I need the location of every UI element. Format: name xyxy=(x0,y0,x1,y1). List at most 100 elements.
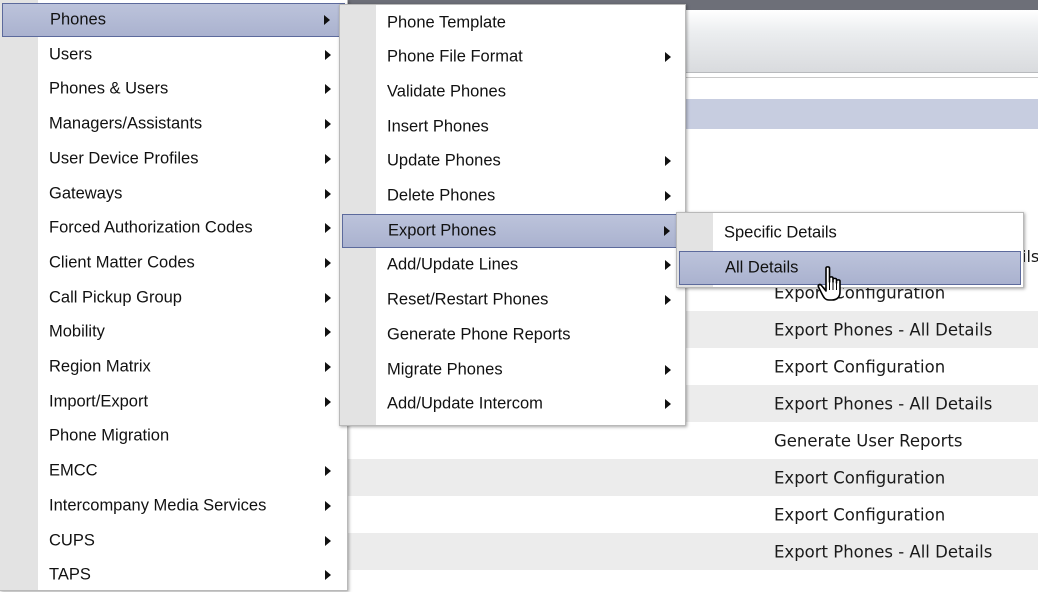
menu-item-label: Export Phones xyxy=(388,221,497,240)
menu-item-phones[interactable]: Phones xyxy=(2,3,345,37)
submenu-arrow-icon xyxy=(665,156,671,167)
menu-item-phones-users[interactable]: Phones & Users xyxy=(2,72,345,106)
menu-item-label: Gateways xyxy=(49,184,123,202)
job-result-row: Export Configuration xyxy=(340,496,1038,533)
menu-item-emcc[interactable]: EMCC xyxy=(2,454,345,488)
menu-item-cups[interactable]: CUPS xyxy=(2,524,345,558)
submenu-arrow-icon xyxy=(324,15,330,25)
submenu-arrow-icon xyxy=(665,399,671,410)
bulk-admin-menu: Phones Users Phones & Users Managers/Assist… xyxy=(0,0,348,591)
phones-submenu: Phone Template Phone File Format Validate … xyxy=(339,4,686,426)
job-result-text: Export Phones - All Details xyxy=(774,542,993,561)
menu-item-label: Reset/Restart Phones xyxy=(387,290,549,309)
submenu-arrow-icon xyxy=(325,362,331,372)
submenu-arrow-icon xyxy=(325,327,331,338)
menu-item-label: Phone File Format xyxy=(387,47,523,66)
submenu-arrow-icon xyxy=(325,119,331,130)
menu-item-label: Mobility xyxy=(49,322,105,341)
menu-item-label: Insert Phones xyxy=(387,117,489,136)
menu-item-call-pickup-group[interactable]: Call Pickup Group xyxy=(2,281,345,315)
menu-item-label: Call Pickup Group xyxy=(49,288,182,307)
menu-item-label: Import/Export xyxy=(49,392,149,411)
menu-item-region-matrix[interactable]: Region Matrix xyxy=(2,350,345,384)
menu-item-label: Forced Authorization Codes xyxy=(49,218,253,237)
menu-item-forced-authorization-codes[interactable]: Forced Authorization Codes xyxy=(2,211,345,245)
menu-item-specific-details[interactable]: Specific Details xyxy=(679,216,1021,250)
hand-pointer-cursor-icon xyxy=(817,266,841,301)
menu-item-phone-migration[interactable]: Phone Migration xyxy=(2,419,345,453)
menu-item-gateways[interactable]: Gateways xyxy=(2,177,345,211)
submenu-arrow-icon xyxy=(665,52,671,63)
menu-item-label: Region Matrix xyxy=(49,357,151,376)
menu-item-label: Delete Phones xyxy=(387,186,496,205)
menu-item-label: TAPS xyxy=(49,565,91,584)
menu-item-intercompany-media-services[interactable]: Intercompany Media Services xyxy=(2,489,345,523)
menu-item-update-phones[interactable]: Update Phones xyxy=(342,144,683,178)
menu-item-label: Phones & Users xyxy=(49,79,169,98)
submenu-arrow-icon xyxy=(325,188,331,199)
menu-item-label: CUPS xyxy=(49,531,95,549)
menu-item-phone-template[interactable]: Phone Template xyxy=(342,6,683,40)
submenu-arrow-icon xyxy=(664,225,670,236)
menu-item-client-matter-codes[interactable]: Client Matter Codes xyxy=(2,246,345,280)
submenu-arrow-icon xyxy=(325,292,331,303)
submenu-arrow-icon xyxy=(325,223,331,234)
menu-item-taps[interactable]: TAPS xyxy=(2,558,345,592)
menu-item-managers-assistants[interactable]: Managers/Assistants xyxy=(2,107,345,141)
menu-item-label: Client Matter Codes xyxy=(49,253,195,272)
menu-item-label: Specific Details xyxy=(724,223,837,241)
menu-item-phone-file-format[interactable]: Phone File Format xyxy=(342,40,683,74)
job-result-text: Export Configuration xyxy=(774,505,946,524)
submenu-arrow-icon xyxy=(325,49,331,60)
menu-item-migrate-phones[interactable]: Migrate Phones xyxy=(342,353,683,387)
menu-item-delete-phones[interactable]: Delete Phones xyxy=(342,179,683,213)
menu-item-add-update-lines[interactable]: Add/Update Lines xyxy=(342,248,683,282)
menu-item-import-export[interactable]: Import/Export xyxy=(2,385,345,419)
menu-item-label: All Details xyxy=(725,258,799,276)
submenu-arrow-icon xyxy=(325,535,331,546)
menu-item-label: Phone Template xyxy=(387,13,506,31)
export-phones-submenu: Specific Details All Details xyxy=(676,212,1024,288)
menu-item-label: EMCC xyxy=(49,461,98,480)
menu-item-insert-phones[interactable]: Insert Phones xyxy=(342,110,683,144)
menu-item-add-update-intercom[interactable]: Add/Update Intercom xyxy=(342,387,683,421)
submenu-arrow-icon xyxy=(665,295,671,306)
job-result-row: Export Configuration xyxy=(340,459,1038,496)
menu-item-user-device-profiles[interactable]: User Device Profiles xyxy=(2,142,345,176)
menu-item-all-details[interactable]: All Details xyxy=(679,250,1021,285)
submenu-arrow-icon xyxy=(665,364,671,375)
menu-item-label: Add/Update Intercom xyxy=(387,394,543,413)
menu-item-label: Users xyxy=(49,45,93,64)
menu-item-users[interactable]: Users xyxy=(2,38,345,72)
menu-item-generate-phone-reports[interactable]: Generate Phone Reports xyxy=(342,318,683,352)
menu-item-mobility[interactable]: Mobility xyxy=(2,315,345,349)
submenu-arrow-icon xyxy=(325,500,331,511)
submenu-arrow-icon xyxy=(325,570,331,581)
menu-item-label: Add/Update Lines xyxy=(387,255,519,274)
submenu-arrow-icon xyxy=(325,396,331,407)
menu-item-label: User Device Profiles xyxy=(49,149,199,168)
job-result-row: Export Phones - All Details xyxy=(340,533,1038,570)
submenu-arrow-icon xyxy=(325,466,331,477)
job-result-text: Export Configuration xyxy=(774,468,946,487)
job-result-row: Generate User Reports xyxy=(340,422,1038,459)
clipped-heading-text: ils xyxy=(1022,247,1038,266)
menu-item-validate-phones[interactable]: Validate Phones xyxy=(342,75,683,109)
menu-item-reset-restart-phones[interactable]: Reset/Restart Phones xyxy=(342,283,683,317)
job-result-text: Export Configuration xyxy=(774,357,946,376)
menu-item-export-phones[interactable]: Export Phones xyxy=(342,213,683,248)
menu-item-label: Generate Phone Reports xyxy=(387,325,571,344)
submenu-arrow-icon xyxy=(325,84,331,95)
submenu-arrow-icon xyxy=(665,191,671,201)
job-result-text: Export Phones - All Details xyxy=(774,320,993,339)
menu-item-label: Managers/Assistants xyxy=(49,114,203,133)
submenu-arrow-icon xyxy=(325,153,331,164)
submenu-arrow-icon xyxy=(325,257,331,268)
menu-item-label: Migrate Phones xyxy=(387,360,503,378)
submenu-arrow-icon xyxy=(665,260,671,271)
job-result-text: Export Phones - All Details xyxy=(774,394,993,413)
menu-item-label: Phones xyxy=(50,10,106,29)
menu-item-label: Intercompany Media Services xyxy=(49,496,267,515)
job-result-text: Generate User Reports xyxy=(774,431,963,450)
menu-item-label: Update Phones xyxy=(387,151,501,170)
